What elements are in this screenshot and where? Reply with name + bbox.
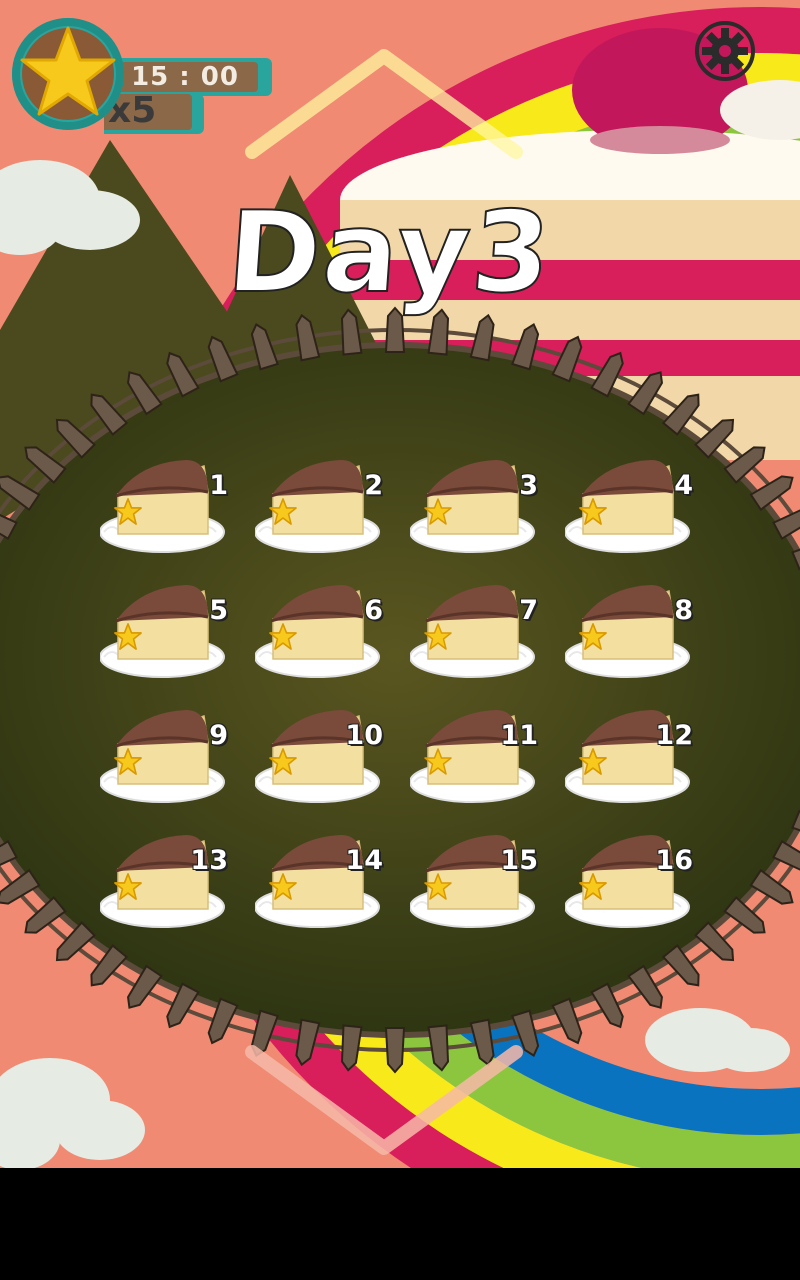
scroll-up-button[interactable] xyxy=(244,48,524,164)
level-16-button[interactable]: 16 xyxy=(565,827,695,937)
day-title: Day3 xyxy=(222,187,557,319)
level-rating xyxy=(579,498,675,526)
fence-spike xyxy=(166,982,200,1029)
level-number: 12 xyxy=(655,720,693,751)
level-number: 7 xyxy=(519,595,538,626)
level-8-button[interactable]: 8 xyxy=(565,577,695,687)
level-rating xyxy=(579,748,675,776)
level-number: 1 xyxy=(209,470,228,501)
level-rating xyxy=(424,498,520,526)
level-13-button[interactable]: 13 xyxy=(100,827,230,937)
lives-panel: x5 xyxy=(104,90,204,134)
level-12-button[interactable]: 12 xyxy=(565,702,695,812)
level-10-button[interactable]: 10 xyxy=(255,702,385,812)
rating-star-icon xyxy=(579,623,607,650)
rating-star-icon xyxy=(269,748,297,775)
level-rating xyxy=(114,873,210,901)
fence-spike xyxy=(127,964,163,1009)
level-number: 14 xyxy=(345,845,383,876)
level-number: 16 xyxy=(655,845,693,876)
rating-star-icon xyxy=(579,748,607,775)
level-5-button[interactable]: 5 xyxy=(100,577,230,687)
scroll-down-button[interactable] xyxy=(244,1040,524,1160)
rating-star-icon xyxy=(424,748,452,775)
level-number: 8 xyxy=(674,595,693,626)
level-number: 2 xyxy=(364,470,383,501)
level-rating xyxy=(114,498,210,526)
level-rating xyxy=(424,623,520,651)
level-rating xyxy=(424,873,520,901)
rating-star-icon xyxy=(269,498,297,525)
level-number: 13 xyxy=(190,845,228,876)
star-icon xyxy=(20,26,116,116)
level-number: 10 xyxy=(345,720,383,751)
level-number: 3 xyxy=(519,470,538,501)
level-7-button[interactable]: 7 xyxy=(410,577,540,687)
level-number: 11 xyxy=(500,720,538,751)
level-11-button[interactable]: 11 xyxy=(410,702,540,812)
chevron-up-icon xyxy=(245,49,523,159)
level-2-button[interactable]: 2 xyxy=(255,452,385,562)
fence-spike xyxy=(207,997,239,1045)
chevron-down-icon xyxy=(245,1045,523,1155)
level-rating xyxy=(579,873,675,901)
rating-star-icon xyxy=(424,498,452,525)
rating-star-icon xyxy=(114,748,142,775)
level-rating xyxy=(114,623,210,651)
level-rating xyxy=(269,623,365,651)
rating-star-icon xyxy=(114,623,142,650)
rating-star-icon xyxy=(579,873,607,900)
settings-button[interactable] xyxy=(694,20,756,82)
level-rating xyxy=(114,748,210,776)
level-number: 6 xyxy=(364,595,383,626)
rating-star-icon xyxy=(114,498,142,525)
level-15-button[interactable]: 15 xyxy=(410,827,540,937)
game-stage: 15 : 00 x5 Day3 1 2 3 4 5 6 7 8 9 10 11 12 13 14 15 16 xyxy=(0,0,800,1168)
level-9-button[interactable]: 9 xyxy=(100,702,230,812)
rating-star-icon xyxy=(269,873,297,900)
level-number: 9 xyxy=(209,720,228,751)
level-rating xyxy=(269,748,365,776)
level-rating xyxy=(269,498,365,526)
level-number: 5 xyxy=(209,595,228,626)
level-14-button[interactable]: 14 xyxy=(255,827,385,937)
gear-icon xyxy=(695,21,755,81)
bottom-bar xyxy=(0,1168,800,1280)
level-6-button[interactable]: 6 xyxy=(255,577,385,687)
rating-star-icon xyxy=(424,873,452,900)
rating-star-icon xyxy=(269,623,297,650)
level-rating xyxy=(424,748,520,776)
level-number: 15 xyxy=(500,845,538,876)
level-rating xyxy=(269,873,365,901)
rating-star-icon xyxy=(114,873,142,900)
timer-text: 15 : 00 xyxy=(131,62,239,92)
level-rating xyxy=(579,623,675,651)
level-number: 4 xyxy=(674,470,693,501)
rating-star-icon xyxy=(424,623,452,650)
level-4-button[interactable]: 4 xyxy=(565,452,695,562)
rating-star-icon xyxy=(579,498,607,525)
level-1-button[interactable]: 1 xyxy=(100,452,230,562)
level-3-button[interactable]: 3 xyxy=(410,452,540,562)
